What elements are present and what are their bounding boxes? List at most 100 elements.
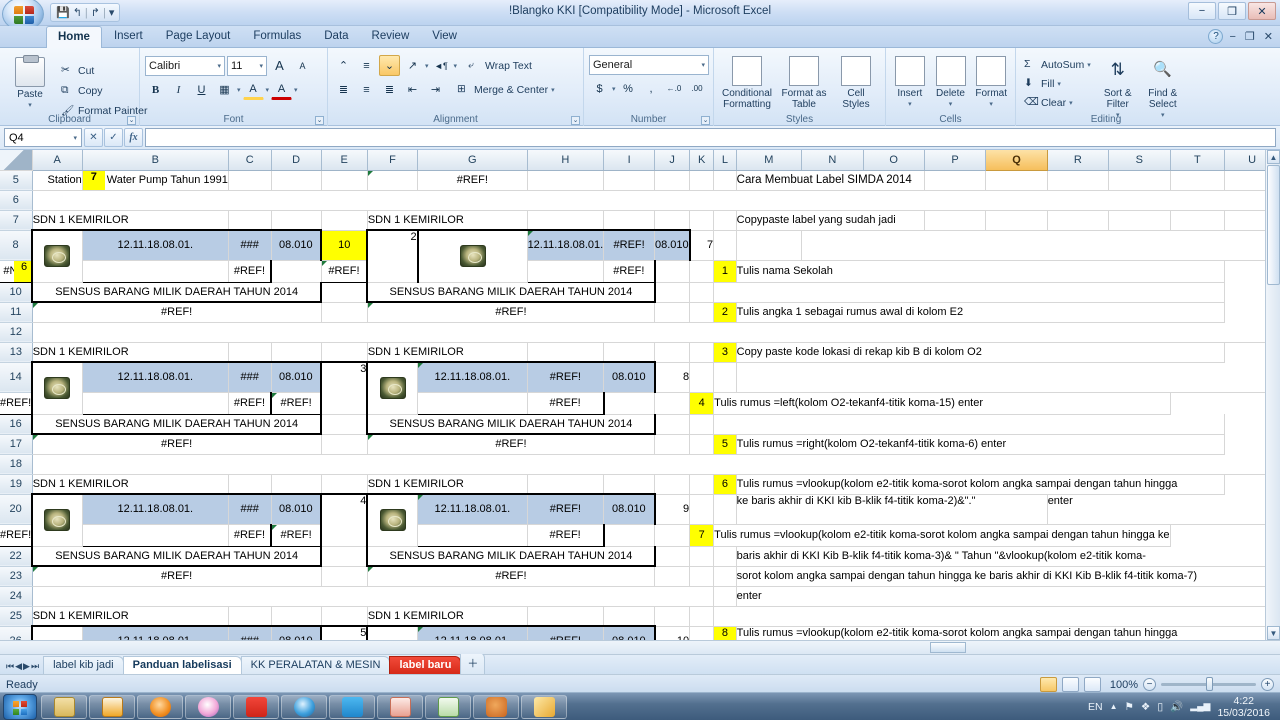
cell-B5[interactable]: 7 Water Pump Tahun 1991	[82, 170, 229, 191]
taskbar-item-glove[interactable]	[473, 694, 519, 719]
cell-E17[interactable]	[321, 434, 368, 455]
chevron-down-icon[interactable]: ▾	[266, 86, 270, 94]
normal-view-button[interactable]	[1039, 677, 1057, 692]
autosum-button[interactable]: Σ AutoSum ▾	[1021, 56, 1094, 74]
cell-H14[interactable]: #REF!	[527, 361, 605, 393]
cell-D25[interactable]	[271, 606, 322, 627]
font-color-button[interactable]: A	[271, 79, 293, 100]
percent-style-button[interactable]: %	[618, 78, 639, 99]
cell-F10-census[interactable]: SENSUS BARANG MILIK DAERAH TAHUN 2014	[366, 282, 656, 303]
cell-K10[interactable]	[689, 282, 715, 303]
vertical-scrollbar[interactable]: ▲ ▼	[1265, 150, 1280, 640]
copy-button[interactable]: ⧉ Copy	[58, 82, 150, 100]
decrease-indent-button[interactable]: ◄¶	[431, 55, 452, 76]
paste-button[interactable]: Paste ▾	[5, 55, 55, 111]
decrease-decimal-button[interactable]: .00	[687, 78, 708, 99]
cell-E23[interactable]	[321, 566, 368, 587]
merge-center-button[interactable]: ⊞ Merge & Center ▾	[454, 81, 558, 99]
wrap-text-button[interactable]: ⤶ Wrap Text	[465, 57, 535, 75]
cell-D21[interactable]: #REF!	[228, 524, 273, 547]
cell-J14[interactable]: 8	[654, 362, 691, 393]
step-text-1[interactable]: Tulis nama Sekolah	[736, 260, 1226, 283]
cell-T7[interactable]	[1170, 210, 1226, 231]
cell-I13[interactable]	[603, 342, 656, 363]
cell-K23[interactable]	[689, 566, 715, 587]
cell-J16[interactable]	[654, 414, 691, 435]
cell-D13[interactable]	[271, 342, 322, 363]
cell-K21[interactable]	[654, 524, 691, 547]
cell-G26[interactable]: 12.11.18.08.01.	[417, 625, 528, 640]
chevron-down-icon[interactable]: ▾	[454, 62, 458, 70]
cell-J5[interactable]	[654, 170, 691, 191]
cell-R7[interactable]	[1047, 210, 1110, 231]
taskbar-item-frame[interactable]	[329, 694, 375, 719]
cut-button[interactable]: ✂ Cut	[58, 62, 150, 80]
scroll-down-icon[interactable]: ▼	[1267, 626, 1280, 640]
zoom-in-button[interactable]: +	[1261, 678, 1274, 691]
chevron-down-icon[interactable]: ▾	[259, 62, 263, 70]
chevron-down-icon[interactable]: ▾	[989, 99, 993, 110]
language-indicator[interactable]: EN	[1088, 701, 1103, 713]
sheet-tab-kk-peralatan-mesin[interactable]: KK PERALATAN & MESIN	[240, 656, 391, 674]
step-text-4[interactable]: Tulis rumus =left(kolom O2-tekanf4-titik…	[713, 392, 1171, 415]
cell-E20-seq[interactable]: 4	[320, 493, 368, 547]
decrease-indent-button-2[interactable]: ⇤	[402, 79, 423, 100]
row-10-right[interactable]	[713, 282, 1226, 303]
formula-input[interactable]	[145, 128, 1276, 147]
cell-P5[interactable]	[924, 170, 987, 191]
name-box[interactable]: Q4 ▾	[4, 128, 82, 147]
horizontal-scroll-thumb[interactable]	[930, 642, 966, 653]
cell-J17[interactable]	[654, 434, 691, 455]
dropbox-icon[interactable]: ❖	[1141, 701, 1150, 713]
cell-E13[interactable]	[321, 342, 368, 363]
tab-page-layout[interactable]: Page Layout	[155, 26, 242, 47]
cell-L20[interactable]	[713, 494, 737, 525]
cell-H25[interactable]	[527, 606, 605, 627]
cell-G14[interactable]: 12.11.18.08.01.	[417, 361, 528, 393]
font-size-input[interactable]: 11 ▾	[227, 55, 267, 76]
cell-G5[interactable]: #REF!	[417, 170, 528, 191]
ribbon-close-icon[interactable]: ✕	[1261, 30, 1276, 43]
cell-K22[interactable]	[689, 546, 715, 567]
step-text-6-line1[interactable]: Tulis rumus =vlookup(kolom e2-titik koma…	[736, 474, 1226, 495]
cell-A26-logo[interactable]	[31, 625, 83, 640]
step-text-2[interactable]: Tulis angka 1 sebagai rumus awal di kolo…	[736, 302, 1226, 323]
cell-B9[interactable]: 6 #N/A	[0, 260, 33, 283]
cell-F17[interactable]: #REF!	[367, 434, 656, 455]
step-text-7-enter[interactable]: enter	[736, 586, 1280, 607]
cell-C9[interactable]	[82, 260, 229, 283]
align-bottom-button[interactable]: ⌄	[379, 55, 400, 76]
chevron-down-icon[interactable]: ▾	[294, 86, 298, 94]
comma-style-button[interactable]: ,	[641, 78, 662, 99]
step-text-6-enter[interactable]: enter	[1047, 494, 1280, 525]
insert-sheet-button[interactable]: ＋	[460, 652, 486, 674]
ribbon-minimize-icon[interactable]: −	[1226, 31, 1238, 43]
cell-D15[interactable]: #REF!	[228, 392, 273, 415]
marker-10[interactable]: 10	[321, 230, 368, 261]
col-header-C[interactable]: C	[228, 150, 272, 171]
row-header-13[interactable]: 13	[0, 342, 33, 363]
cell-B8[interactable]: 12.11.18.08.01.	[82, 229, 229, 261]
shrink-font-button[interactable]: A	[292, 55, 313, 76]
zoom-slider-handle[interactable]	[1206, 677, 1213, 691]
cell-J11[interactable]	[654, 302, 691, 323]
col-header-N[interactable]: N	[801, 150, 864, 171]
tab-formulas[interactable]: Formulas	[242, 26, 312, 47]
sheet-tab-label-kib-jadi[interactable]: label kib jadi	[43, 656, 124, 674]
col-header-F[interactable]: F	[367, 150, 419, 171]
step-num-1[interactable]: 1	[713, 260, 737, 283]
cell-H26[interactable]: #REF!	[527, 625, 605, 640]
italic-button[interactable]: I	[168, 79, 189, 100]
cell-K13[interactable]	[689, 342, 715, 363]
cell-E10[interactable]	[321, 282, 368, 303]
row-header-10[interactable]: 10	[0, 282, 33, 303]
font-name-input[interactable]: Calibri ▾	[145, 55, 225, 76]
horizontal-scrollbar[interactable]	[0, 640, 1280, 654]
step-text-7-line2[interactable]: baris akhir di KKI Kib B-klik f4-titik k…	[736, 546, 1280, 567]
cell-D5[interactable]	[271, 170, 322, 191]
row-header-25[interactable]: 25	[0, 606, 33, 627]
zoom-out-button[interactable]: −	[1143, 678, 1156, 691]
cell-E8-seq[interactable]: 2	[366, 229, 419, 283]
cell-C19[interactable]	[228, 474, 272, 495]
show-hidden-icons-icon[interactable]: ▲	[1110, 702, 1118, 711]
